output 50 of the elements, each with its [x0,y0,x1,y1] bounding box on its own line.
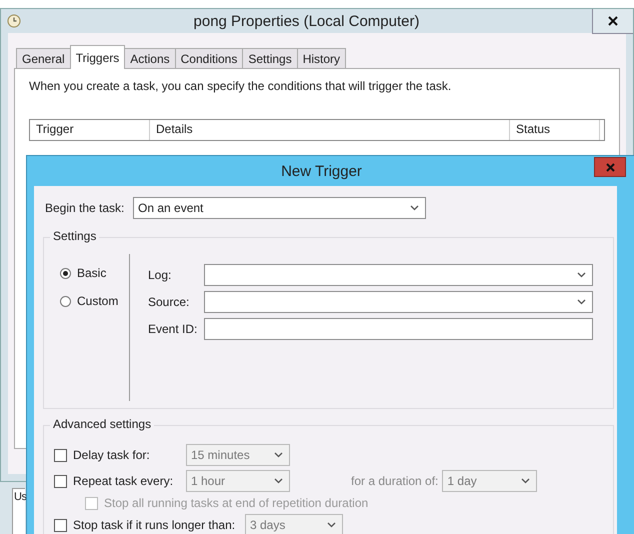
option-label: for a duration of: [351,474,438,488]
tab[interactable]: Actions [124,48,176,68]
close-button[interactable] [592,8,633,34]
chevron-down-icon [577,299,586,305]
tab[interactable]: General [16,48,71,68]
field-label: Event ID: [148,322,198,336]
dropdown[interactable] [204,264,593,286]
group-label: Advanced settings [50,417,154,431]
chevron-down-icon [410,205,419,211]
window-title: pong Properties (Local Computer) [192,12,420,30]
option-label: Stop task if it runs longer than: [73,518,236,532]
clock-icon [7,14,21,28]
chevron-down-icon [327,522,336,528]
radio-button[interactable] [60,268,71,278]
tab[interactable]: Settings [242,48,298,68]
dropdown[interactable]: 1 hour [186,470,290,492]
dialog-title: New Trigger [281,162,362,180]
tab[interactable]: History [296,48,346,68]
radio-label: Basic [77,266,106,280]
chevron-down-icon [521,478,530,484]
column-header[interactable]: Us [12,488,25,534]
dropdown[interactable]: 3 days [245,514,343,534]
field-label: Begin the task: [45,201,126,215]
group-label: Settings [50,229,100,243]
field-label: Log: [148,268,172,282]
chevron-down-icon [577,272,586,278]
column-header[interactable]: Status [510,120,600,140]
chevron-down-icon [274,478,283,484]
column-header[interactable]: Details [150,120,510,140]
description-text: When you create a task, you can specify the conditions that will trigger the task. [29,79,452,93]
radio-button[interactable] [60,296,71,306]
dropdown[interactable] [204,291,593,313]
checkbox[interactable] [54,474,67,488]
option-label: Delay task for: [73,448,151,462]
dropdown[interactable]: 15 minutes [186,444,290,466]
close-icon [608,16,618,26]
option-label: Stop all running tasks at end of repetition duration [104,496,368,510]
column-header[interactable]: Trigger [30,120,150,140]
begin-task-dropdown[interactable]: On an event [133,197,426,219]
radio-label: Custom [77,294,118,308]
chevron-down-icon [274,452,283,458]
input-field[interactable] [204,318,593,340]
checkbox[interactable] [54,448,67,462]
dropdown[interactable]: 1 day [442,470,538,492]
option-label: Repeat task every: [73,474,174,488]
tab[interactable]: Triggers [70,45,126,69]
field-label: Source: [148,295,190,309]
checkbox[interactable] [54,518,67,532]
close-icon [606,162,614,172]
tab[interactable]: Conditions [174,48,244,68]
